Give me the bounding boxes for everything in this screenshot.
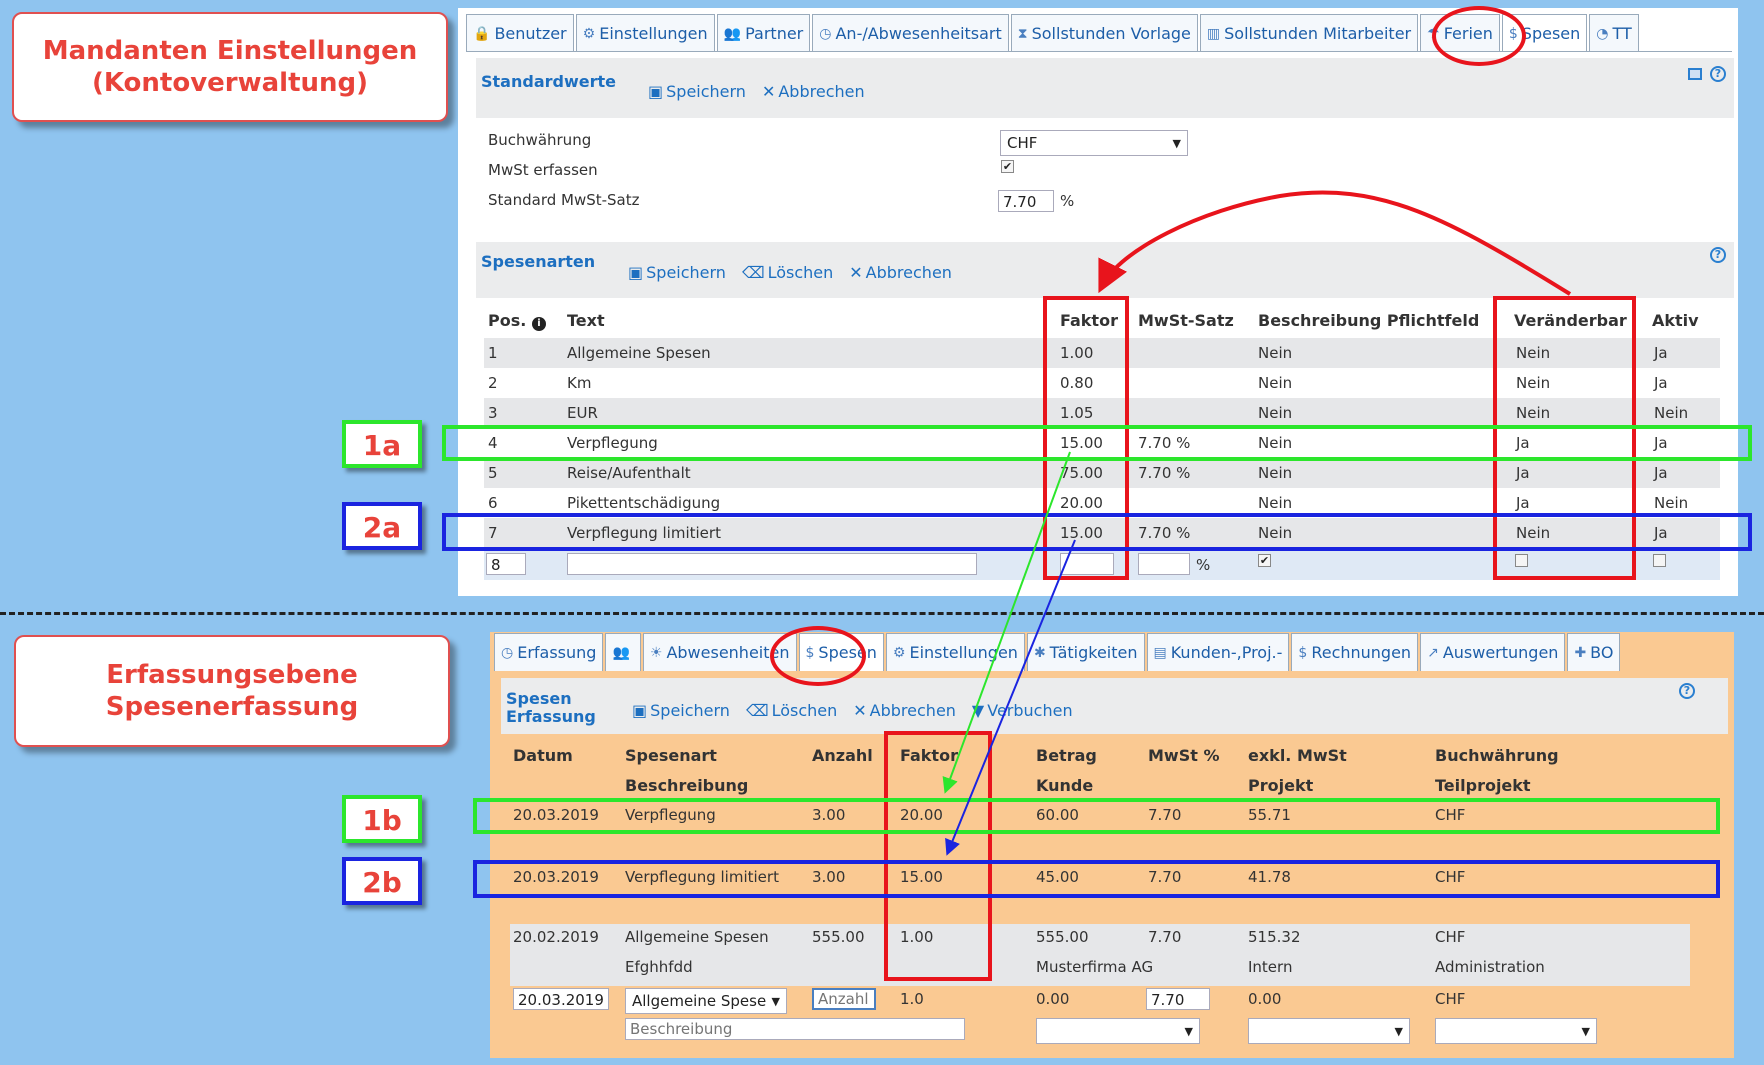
arrow-1a-to-1b [942, 451, 1071, 794]
arrow-2a-to-2b [945, 539, 1076, 856]
annotation-arrows [942, 190, 1572, 856]
arrow-veraenderbar-to-faktor [1098, 190, 1572, 296]
